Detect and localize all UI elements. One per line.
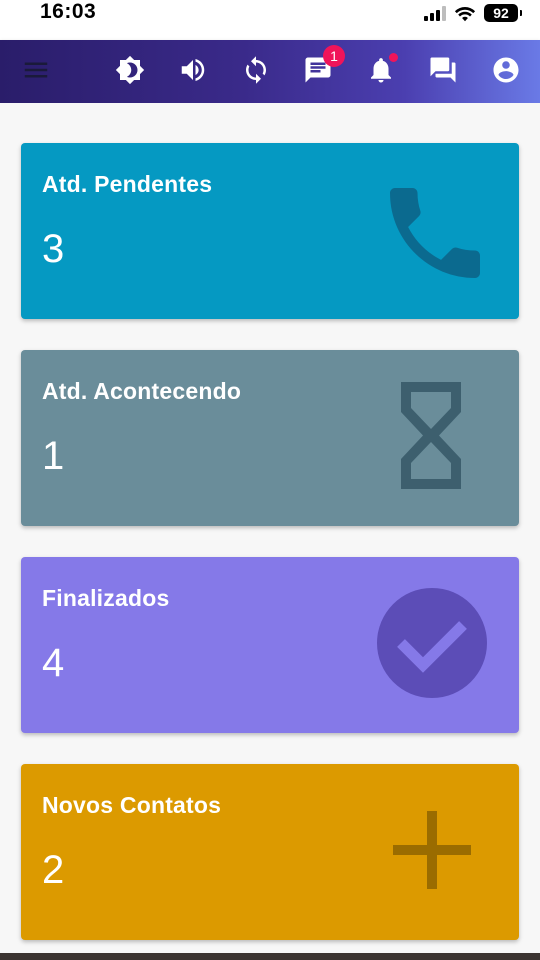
card-title: Atd. Pendentes [42, 171, 213, 197]
notification-dot [389, 53, 398, 62]
cellular-signal-icon [424, 5, 446, 21]
card-title: Novos Contatos [42, 792, 222, 818]
card-count: 1 [42, 434, 65, 478]
card-title: Atd. Acontecendo [42, 378, 242, 404]
account-circle-icon[interactable] [489, 53, 523, 87]
status-icons: 92 [424, 2, 522, 24]
dashboard-content: Atd. Pendentes 3 Atd. Acontecendo 1 Fina… [0, 103, 540, 953]
menu-icon[interactable] [19, 53, 53, 87]
card-pending-calls[interactable]: Atd. Pendentes 3 [21, 143, 519, 319]
card-count: 4 [42, 641, 65, 685]
plus-icon [393, 811, 471, 889]
brightness-icon[interactable] [113, 53, 147, 87]
battery-indicator: 92 [484, 4, 522, 22]
hourglass-icon [401, 382, 461, 489]
status-bar: 16:03 92 [0, 0, 540, 40]
card-count: 2 [42, 848, 65, 892]
volume-icon[interactable] [176, 53, 210, 87]
card-new-contacts[interactable]: Novos Contatos 2 [21, 764, 519, 940]
messages-badge: 1 [323, 45, 345, 67]
forum-icon[interactable] [426, 53, 460, 87]
card-ongoing-calls[interactable]: Atd. Acontecendo 1 [21, 350, 519, 526]
notification-bell-icon[interactable] [364, 53, 398, 87]
status-time: 16:03 [40, 0, 97, 23]
battery-level: 92 [493, 5, 509, 21]
bottom-edge [0, 953, 540, 960]
sync-icon[interactable] [239, 53, 273, 87]
message-icon[interactable]: 1 [301, 45, 345, 87]
app-toolbar: 1 [0, 40, 540, 103]
card-finished[interactable]: Finalizados 4 [21, 557, 519, 733]
phone-icon [390, 188, 480, 278]
check-circle-icon [377, 588, 487, 698]
wifi-icon [454, 6, 476, 21]
card-title: Finalizados [42, 585, 170, 611]
card-count: 3 [42, 227, 65, 271]
